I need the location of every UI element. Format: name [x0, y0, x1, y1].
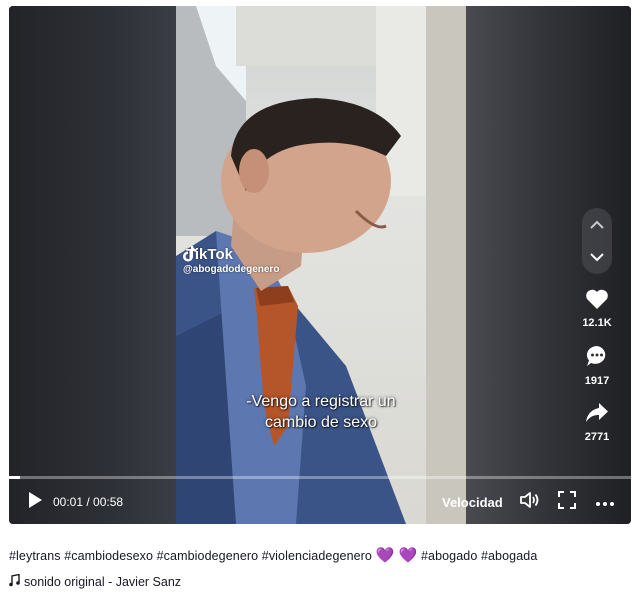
share-count: 2771	[584, 431, 610, 443]
fullscreen-icon	[558, 490, 576, 514]
previous-video-button[interactable]	[582, 208, 612, 241]
music-note-icon	[9, 573, 20, 590]
time-display: 00:01 / 00:58	[53, 495, 124, 509]
video-player[interactable]: TikTok @abogadodegenero -Vengo a registr…	[9, 6, 631, 524]
tiktok-watermark: TikTok @abogadodegenero	[183, 246, 279, 275]
chevron-up-icon	[590, 216, 604, 234]
share-button[interactable]: 2771	[579, 402, 615, 443]
video-frame[interactable]: TikTok @abogadodegenero -Vengo a registr…	[176, 6, 466, 524]
comment-count: 1917	[584, 375, 610, 387]
heart-icon	[585, 289, 609, 314]
speed-button[interactable]: Velocidad	[442, 486, 503, 518]
hashtags-secondary[interactable]: #abogado #abogada	[421, 549, 537, 563]
sound-label: sonido original - Javier Sanz	[24, 575, 182, 589]
more-options-button[interactable]	[596, 486, 614, 518]
chevron-down-icon	[590, 249, 604, 267]
blurred-background-left	[9, 6, 176, 524]
player-controls: 00:01 / 00:58 Velocidad	[9, 486, 631, 518]
progress-bar[interactable]	[9, 476, 631, 479]
video-description: #leytrans #cambiodesexo #cambiodegenero …	[9, 546, 537, 564]
volume-icon	[520, 491, 540, 514]
play-button[interactable]	[27, 486, 43, 518]
like-button[interactable]: 12.1K	[579, 288, 615, 329]
comment-button[interactable]: 1917	[579, 344, 615, 387]
watermark-username: @abogadodegenero	[183, 264, 280, 275]
volume-button[interactable]	[520, 486, 540, 518]
hashtags-primary[interactable]: #leytrans #cambiodesexo #cambiodegenero …	[9, 549, 372, 563]
play-icon	[27, 491, 43, 514]
sound-link[interactable]: sonido original - Javier Sanz	[9, 573, 182, 590]
more-icon	[596, 493, 614, 511]
caption-line-1: -Vengo a registrar un	[246, 393, 396, 410]
video-navigation	[582, 208, 612, 274]
purple-heart-emojis: 💜 💜	[375, 547, 418, 564]
like-count: 12.1K	[582, 317, 612, 329]
fullscreen-button[interactable]	[558, 486, 576, 518]
progress-fill	[9, 476, 20, 479]
share-icon	[585, 403, 609, 428]
comment-icon	[585, 345, 609, 372]
video-caption: -Vengo a registrar un cambio de sexo	[196, 391, 446, 433]
next-video-button[interactable]	[582, 241, 612, 274]
caption-line-2: cambio de sexo	[264, 414, 378, 431]
